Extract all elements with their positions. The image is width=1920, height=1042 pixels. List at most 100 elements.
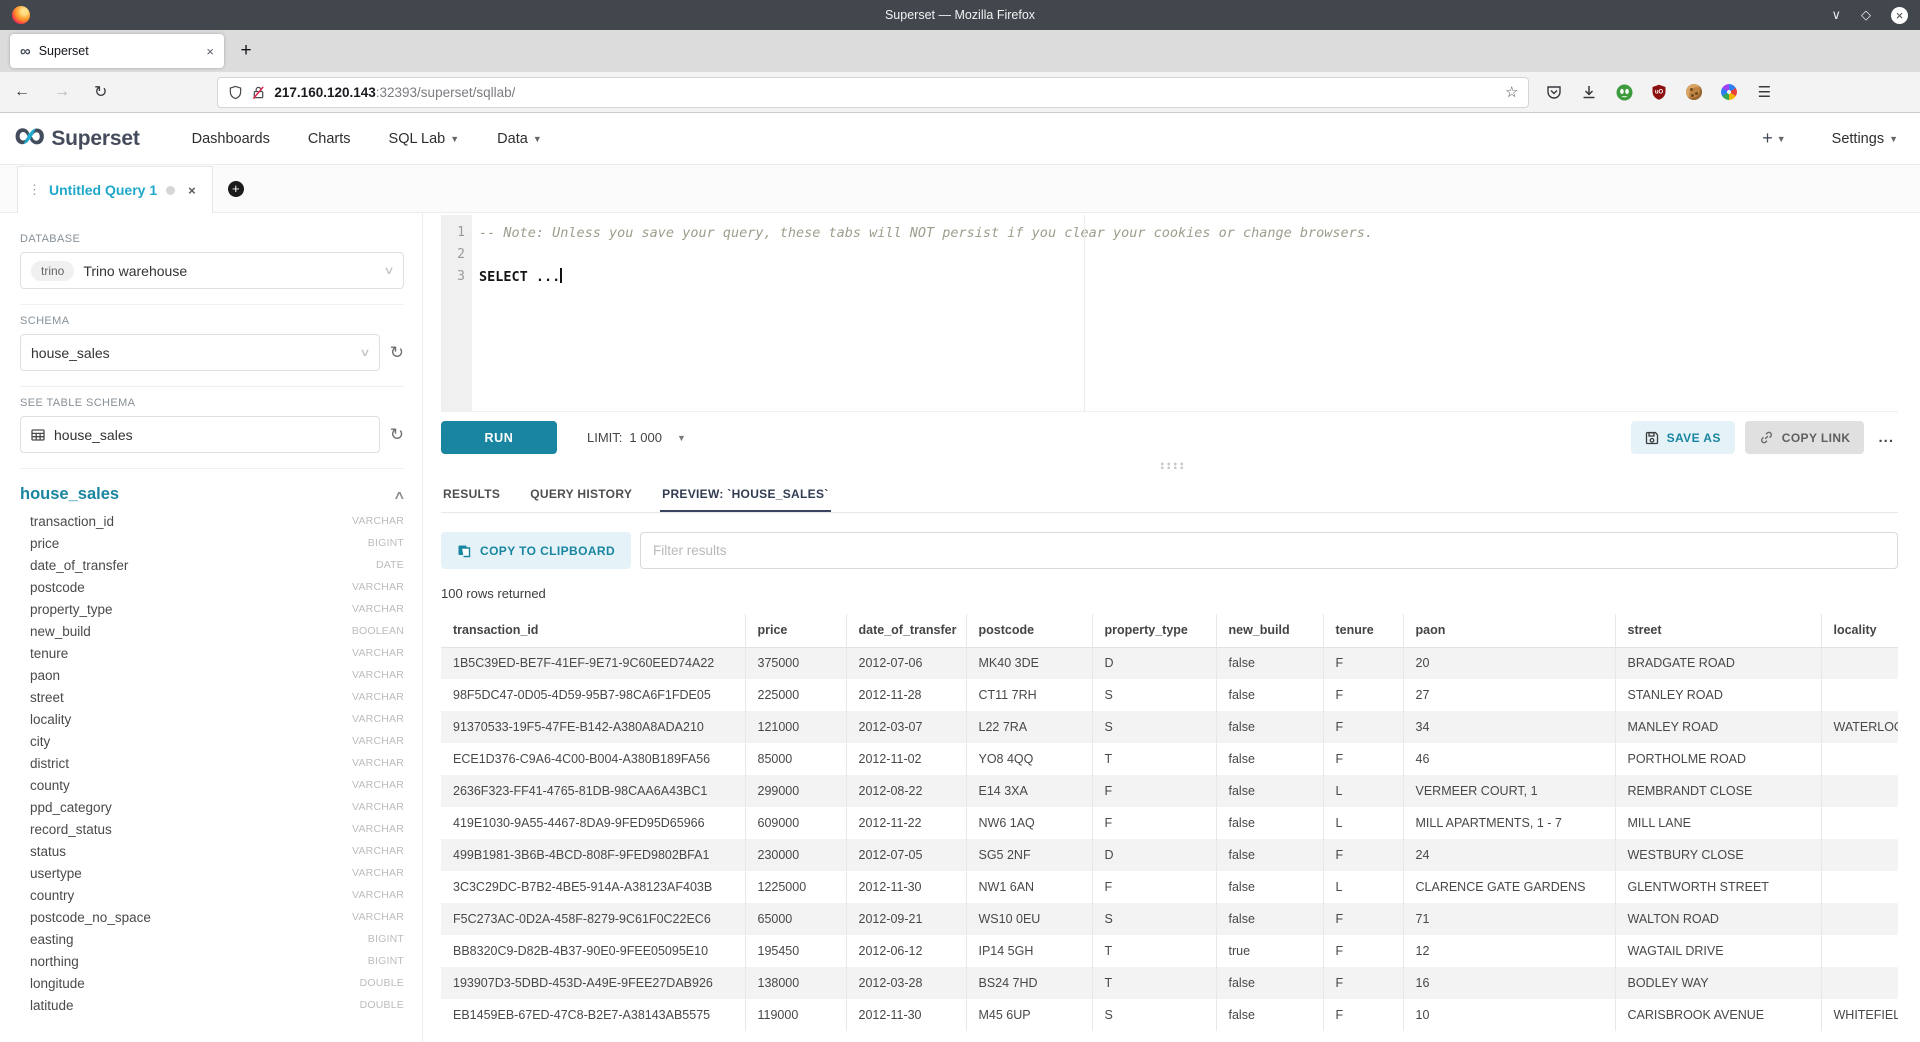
- new-item-button[interactable]: + ▼: [1762, 128, 1785, 149]
- column-name: tenure: [30, 646, 68, 661]
- unsaved-indicator-dot: [166, 186, 175, 195]
- window-minimize-button[interactable]: ∨: [1831, 7, 1841, 23]
- cookie-extension-icon[interactable]: [1685, 83, 1703, 101]
- pane-resize-handle[interactable]: [423, 462, 1920, 469]
- url-bar[interactable]: 217.160.120.143:32393/superset/sqllab/ ☆: [217, 77, 1529, 108]
- table-header-cell-price[interactable]: price: [745, 614, 846, 647]
- tab-results[interactable]: RESULTS: [441, 477, 502, 512]
- table-header-cell-street[interactable]: street: [1615, 614, 1821, 647]
- nav-item-charts[interactable]: Charts: [308, 131, 351, 147]
- browser-tab[interactable]: ∞ Superset ×: [10, 34, 224, 68]
- chevron-down-icon: ∨: [359, 346, 370, 359]
- hamburger-menu-icon[interactable]: ☰: [1755, 83, 1773, 101]
- schema-column-row: cityVARCHAR: [20, 730, 404, 752]
- schema-column-row: postcode_no_spaceVARCHAR: [20, 906, 404, 928]
- print-margin-line: [1084, 215, 1085, 411]
- table-header-cell-transaction_id[interactable]: transaction_id: [441, 614, 745, 647]
- refresh-table-icon[interactable]: ↻: [390, 426, 404, 443]
- save-as-button[interactable]: SAVE AS: [1631, 421, 1735, 454]
- tracking-shield-icon[interactable]: [228, 85, 243, 100]
- more-actions-button[interactable]: ...: [1874, 429, 1898, 446]
- table-cell: WALTON ROAD: [1615, 903, 1821, 935]
- column-name: longitude: [30, 976, 85, 991]
- table-cell: 193907D3-5DBD-453D-A49E-9FEE27DAB926: [441, 967, 745, 999]
- add-query-tab-button[interactable]: +: [213, 165, 259, 212]
- database-select[interactable]: trino Trino warehouse ∨: [20, 252, 404, 289]
- table-cell: [1821, 839, 1898, 871]
- results-tbody: 1B5C39ED-BE7F-41EF-9E71-9C60EED74A223750…: [441, 647, 1898, 1031]
- column-name: postcode_no_space: [30, 910, 151, 925]
- table-cell: 2012-08-22: [846, 775, 966, 807]
- pocket-icon[interactable]: [1545, 83, 1563, 101]
- bookmark-star-icon[interactable]: ☆: [1505, 83, 1518, 101]
- column-name: northing: [30, 954, 79, 969]
- table-cell: IP14 5GH: [966, 935, 1092, 967]
- filter-results-input[interactable]: [640, 532, 1898, 569]
- table-cell: F: [1323, 711, 1403, 743]
- privacy-extension-icon[interactable]: [1615, 83, 1633, 101]
- tab-query-history[interactable]: QUERY HISTORY: [528, 477, 634, 512]
- table-cell: [1821, 903, 1898, 935]
- table-header-cell-date_of_transfer[interactable]: date_of_transfer: [846, 614, 966, 647]
- table-cell: [1821, 935, 1898, 967]
- schema-column-row: localityVARCHAR: [20, 708, 404, 730]
- copy-link-button[interactable]: COPY LINK: [1745, 421, 1865, 454]
- nav-menu: Dashboards Charts SQL Lab▼ Data▼: [192, 131, 542, 147]
- colorful-extension-icon[interactable]: [1720, 83, 1738, 101]
- table-cell: MANLEY ROAD: [1615, 711, 1821, 743]
- line-number: 2: [441, 244, 472, 266]
- run-button[interactable]: RUN: [441, 421, 557, 454]
- table-cell: GLENTWORTH STREET: [1615, 871, 1821, 903]
- column-name: paon: [30, 668, 60, 683]
- chevron-up-icon[interactable]: ∧: [393, 488, 406, 502]
- table-cell: 2012-11-22: [846, 807, 966, 839]
- drag-handle-icon[interactable]: ⋮: [28, 182, 40, 198]
- table-header-cell-tenure[interactable]: tenure: [1323, 614, 1403, 647]
- table-cell: 91370533-19F5-47FE-B142-A380A8ADA210: [441, 711, 745, 743]
- table-select[interactable]: house_sales: [20, 416, 380, 453]
- table-header-cell-paon[interactable]: paon: [1403, 614, 1615, 647]
- table-header-cell-new_build[interactable]: new_build: [1216, 614, 1323, 647]
- insecure-lock-icon[interactable]: [251, 85, 266, 100]
- schema-column-row: streetVARCHAR: [20, 686, 404, 708]
- table-cell: [1821, 967, 1898, 999]
- tab-preview-house_sales[interactable]: PREVIEW: `HOUSE_SALES`: [660, 477, 830, 512]
- limit-dropdown[interactable]: LIMIT: 1 000 ▼: [587, 430, 686, 445]
- ublock-icon[interactable]: uO: [1650, 83, 1668, 101]
- nav-item-dashboards[interactable]: Dashboards: [192, 131, 270, 147]
- copy-to-clipboard-button[interactable]: COPY TO CLIPBOARD: [441, 532, 631, 569]
- window-close-button[interactable]: ×: [1891, 7, 1908, 24]
- settings-menu[interactable]: Settings ▼: [1832, 131, 1898, 147]
- query-tab-close-icon[interactable]: ×: [188, 183, 196, 198]
- new-tab-button[interactable]: +: [232, 37, 260, 65]
- table-cell: L: [1323, 807, 1403, 839]
- line-number: 3: [441, 266, 472, 288]
- table-name-link[interactable]: house_sales: [20, 485, 119, 504]
- reload-button[interactable]: ↻: [94, 82, 107, 102]
- table-cell: MILL APARTMENTS, 1 - 7: [1403, 807, 1615, 839]
- table-header-cell-locality[interactable]: locality: [1821, 614, 1898, 647]
- query-tab-active[interactable]: ⋮ Untitled Query 1 ×: [17, 166, 213, 213]
- table-header-cell-property_type[interactable]: property_type: [1092, 614, 1216, 647]
- table-cell: 2012-03-28: [846, 967, 966, 999]
- downloads-icon[interactable]: [1580, 83, 1598, 101]
- table-cell: 20: [1403, 647, 1615, 679]
- table-cell: S: [1092, 711, 1216, 743]
- window-maximize-button[interactable]: ◇: [1861, 7, 1871, 23]
- schema-select[interactable]: house_sales ∨: [20, 334, 380, 371]
- table-cell: BS24 7HD: [966, 967, 1092, 999]
- nav-item-data[interactable]: Data▼: [497, 131, 542, 147]
- table-cell: MILL LANE: [1615, 807, 1821, 839]
- table-row: 193907D3-5DBD-453D-A49E-9FEE27DAB9261380…: [441, 967, 1898, 999]
- nav-item-sql-lab[interactable]: SQL Lab▼: [389, 131, 460, 147]
- back-button[interactable]: ←: [14, 83, 30, 101]
- forward-button[interactable]: →: [54, 83, 70, 101]
- table-cell: SG5 2NF: [966, 839, 1092, 871]
- svg-text:uO: uO: [1655, 90, 1664, 96]
- refresh-schema-icon[interactable]: ↻: [390, 344, 404, 361]
- tab-close-icon[interactable]: ×: [206, 44, 214, 59]
- sql-editor[interactable]: 123 -- Note: Unless you save your query,…: [441, 215, 1898, 412]
- table-header-cell-postcode[interactable]: postcode: [966, 614, 1092, 647]
- chevron-down-icon: ▼: [1889, 134, 1898, 144]
- superset-logo[interactable]: ∞ Superset: [14, 127, 140, 151]
